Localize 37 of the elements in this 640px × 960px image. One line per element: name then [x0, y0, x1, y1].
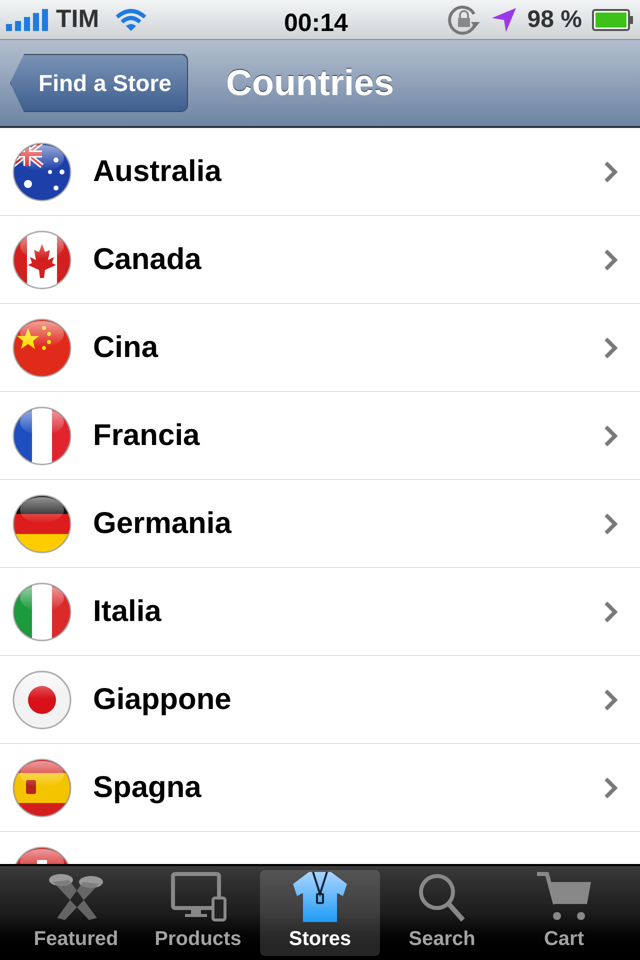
country-name: Germania [93, 506, 232, 542]
clock-time: 00:14 [284, 8, 348, 39]
country-name: Spagna [93, 770, 202, 806]
country-name: Cina [93, 330, 158, 366]
carrier-name: TIM [56, 4, 100, 35]
chevron-icon [604, 512, 618, 534]
chevron-icon [604, 600, 618, 622]
chevron-icon [604, 160, 618, 182]
signal-icon [6, 8, 50, 30]
screen-title: Countries [226, 61, 394, 105]
germany-flag-icon [12, 494, 72, 554]
country-name: Francia [93, 418, 200, 454]
chevron-icon [604, 776, 618, 798]
t-shirt-icon [291, 870, 349, 924]
tab-bar-item[interactable]: Featured [16, 870, 136, 956]
computer-and-phone-icon [169, 870, 227, 924]
tab-bar-item[interactable]: Stores [260, 870, 380, 956]
location-arrow-icon [491, 6, 518, 32]
back-button[interactable]: Find a Store [10, 54, 188, 112]
chevron-icon [604, 688, 618, 710]
battery-icon [592, 8, 634, 30]
tab-bar-item[interactable]: Cart [504, 870, 624, 956]
country-name: Giappone [93, 682, 232, 718]
rotation-lock-icon [447, 4, 482, 36]
france-flag-icon [12, 406, 72, 466]
italy-flag-icon [12, 582, 72, 642]
battery-percentage: 98 % [527, 4, 582, 34]
chevron-icon [604, 424, 618, 446]
tab-bar-item[interactable]: Search [382, 870, 502, 956]
chevron-icon [604, 336, 618, 358]
canada-flag-icon [12, 230, 72, 290]
country-name: Australia [93, 154, 222, 190]
country-name: Canada [93, 242, 202, 278]
country-name: Italia [93, 594, 162, 630]
chevron-icon [604, 248, 618, 270]
tab-bar-item[interactable]: Products [138, 870, 258, 956]
wifi-icon [115, 8, 148, 32]
